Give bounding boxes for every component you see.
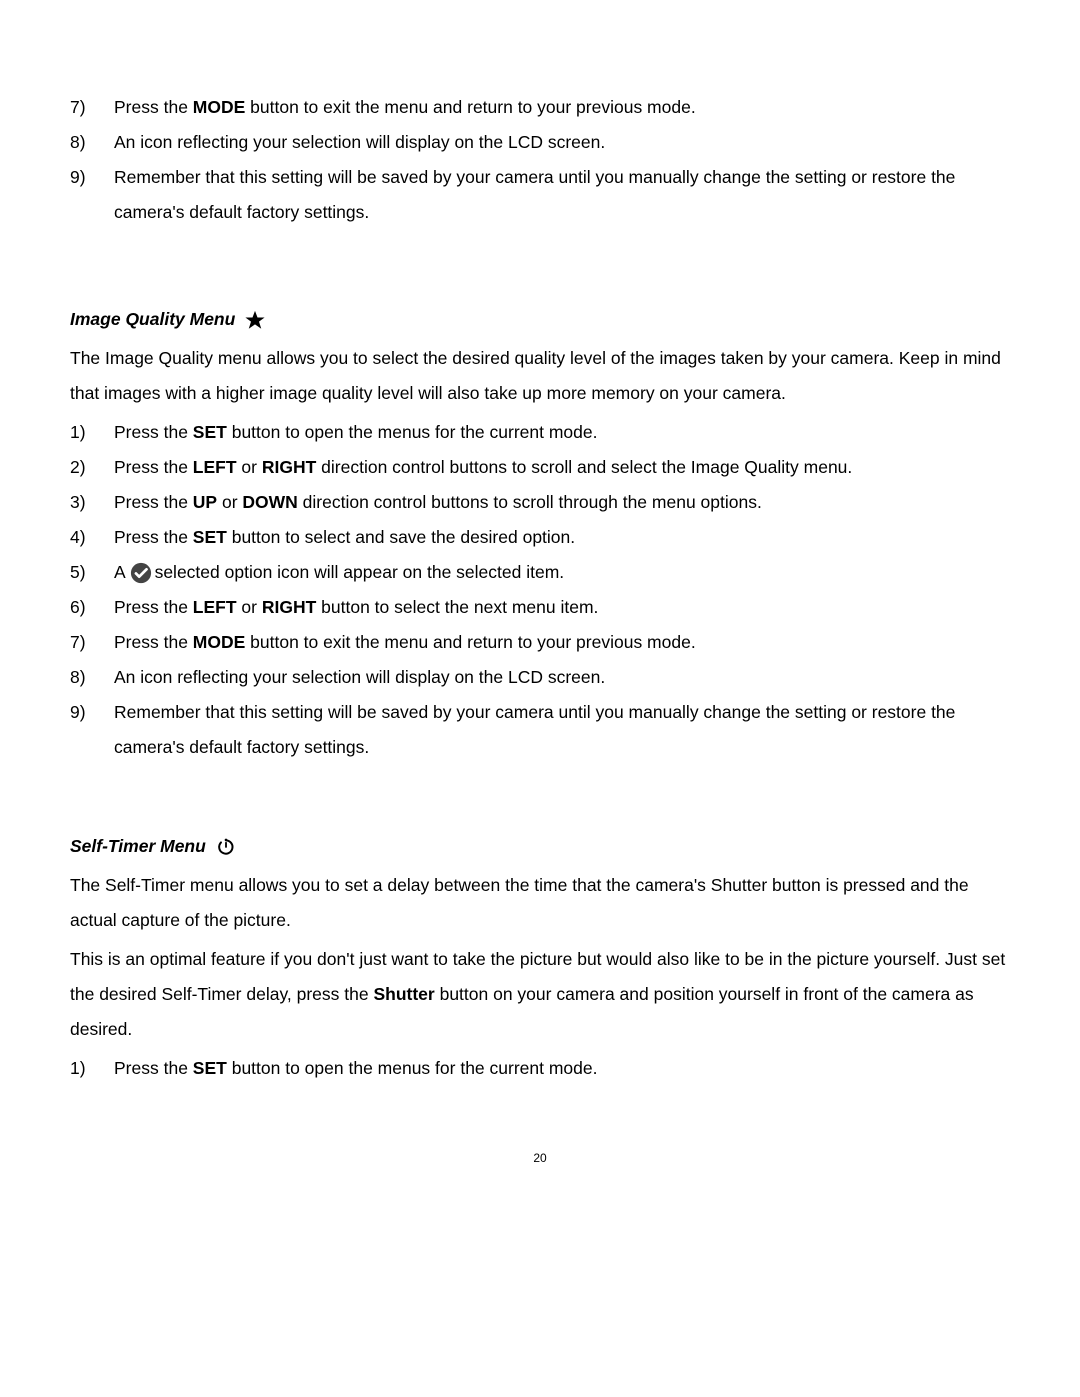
item-number: 2) [70,450,114,485]
item-number: 8) [70,660,114,695]
item-text: An icon reflecting your selection will d… [114,125,1010,160]
item-number: 1) [70,1051,114,1086]
item-number: 9) [70,160,114,195]
item-text: Press the SET button to open the menus f… [114,1051,1010,1086]
list-item: 8) An icon reflecting your selection wil… [70,125,1010,160]
image-quality-intro: The Image Quality menu allows you to sel… [70,341,1010,411]
list-item: 6) Press the LEFT or RIGHT button to sel… [70,590,1010,625]
star-icon [245,310,265,330]
check-circle-icon [130,562,152,584]
item-number: 1) [70,415,114,450]
self-timer-list: 1) Press the SET button to open the menu… [70,1051,1010,1086]
item-text: Remember that this setting will be saved… [114,160,1010,230]
list-item: 1) Press the SET button to open the menu… [70,415,1010,450]
item-number: 4) [70,520,114,555]
top-continued-list: 7) Press the MODE button to exit the men… [70,90,1010,230]
image-quality-heading: Image Quality Menu [70,302,1010,337]
list-item: 1) Press the SET button to open the menu… [70,1051,1010,1086]
item-text: Remember that this setting will be saved… [114,695,1010,765]
heading-text: Image Quality Menu [70,302,235,337]
self-timer-intro-2: This is an optimal feature if you don't … [70,942,1010,1047]
list-item: 7) Press the MODE button to exit the men… [70,90,1010,125]
item-number: 5) [70,555,114,590]
item-text: Press the SET button to select and save … [114,520,1010,555]
list-item: 7) Press the MODE button to exit the men… [70,625,1010,660]
self-timer-heading: Self-Timer Menu [70,829,1010,864]
heading-text: Self-Timer Menu [70,829,206,864]
image-quality-list: 1) Press the SET button to open the menu… [70,415,1010,765]
self-timer-intro-1: The Self-Timer menu allows you to set a … [70,868,1010,938]
item-number: 7) [70,90,114,125]
list-item: 5) A selected option icon will appear on… [70,555,1010,590]
list-item: 9) Remember that this setting will be sa… [70,695,1010,765]
item-text: Press the SET button to open the menus f… [114,415,1010,450]
item-text: Press the LEFT or RIGHT direction contro… [114,450,1010,485]
list-item: 8) An icon reflecting your selection wil… [70,660,1010,695]
item-text: An icon reflecting your selection will d… [114,660,1010,695]
list-item: 3) Press the UP or DOWN direction contro… [70,485,1010,520]
item-text: Press the MODE button to exit the menu a… [114,625,1010,660]
item-number: 6) [70,590,114,625]
timer-icon [216,837,236,857]
item-text: Press the MODE button to exit the menu a… [114,90,1010,125]
item-text: Press the UP or DOWN direction control b… [114,485,1010,520]
item-number: 3) [70,485,114,520]
list-item: 2) Press the LEFT or RIGHT direction con… [70,450,1010,485]
item-text: Press the LEFT or RIGHT button to select… [114,590,1010,625]
page-number: 20 [70,1146,1010,1170]
list-item: 9) Remember that this setting will be sa… [70,160,1010,230]
item-number: 9) [70,695,114,730]
list-item: 4) Press the SET button to select and sa… [70,520,1010,555]
item-text: A selected option icon will appear on th… [114,555,1010,590]
item-number: 7) [70,625,114,660]
item-number: 8) [70,125,114,160]
